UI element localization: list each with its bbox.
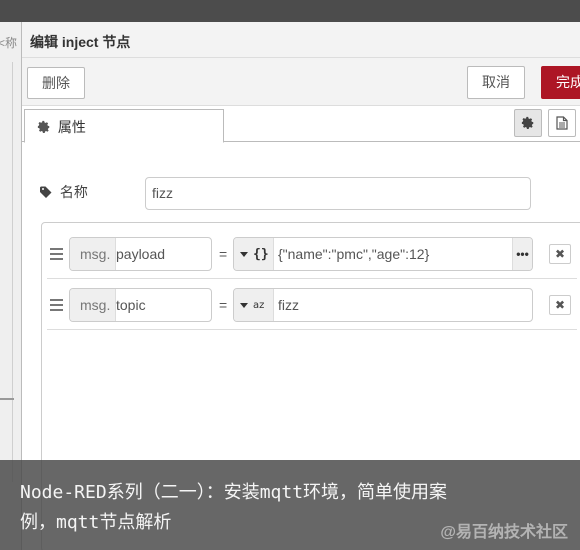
remove-property-button[interactable]: ✖: [549, 244, 571, 264]
tray-toolbar: 删除 取消 完成: [22, 58, 580, 106]
workspace-tab-fragment: <称: [0, 36, 18, 50]
tray-title: 编辑 inject 节点: [30, 34, 131, 50]
msg-prefix: msg.: [70, 289, 116, 321]
caret-down-icon: [240, 302, 248, 308]
property-value-field[interactable]: az fizz: [233, 288, 533, 322]
property-value-text: {"name":"pmc","age":12}: [278, 246, 430, 262]
property-name-value: topic: [116, 297, 146, 313]
gear-icon: [521, 116, 534, 129]
name-input[interactable]: fizz: [145, 177, 531, 210]
expand-editor-button[interactable]: •••: [512, 238, 532, 270]
property-value-text: fizz: [278, 297, 299, 313]
json-type-icon: {}: [253, 246, 269, 262]
property-name-field[interactable]: msg. topic: [69, 288, 212, 322]
property-name-field[interactable]: msg. payload: [69, 237, 212, 271]
tag-icon: [40, 186, 52, 198]
string-type-glyph: az: [253, 299, 265, 311]
string-type-icon: az: [253, 299, 265, 311]
gear-icon: [37, 120, 50, 133]
workspace-mark: [0, 398, 14, 400]
description-tab-button[interactable]: [548, 109, 576, 137]
app-window: <称 编辑 inject 节点 删除 取消 完成 属性 名称 fizz msg.…: [0, 0, 580, 550]
property-name-value: payload: [116, 246, 166, 262]
caption-overlay: Node-RED系列（二一）：安装mqtt环境，简单使用案例，mqtt节点解析 …: [0, 460, 580, 550]
name-label-text: 名称: [59, 184, 88, 200]
caret-down-icon: [240, 251, 248, 257]
value-type-selector[interactable]: az: [234, 289, 274, 321]
cancel-button[interactable]: 取消: [467, 66, 525, 99]
property-row: msg. topic = az fizz ✖: [47, 280, 577, 330]
settings-tab-button[interactable]: [514, 109, 542, 137]
tab-properties-label: 属性: [57, 119, 86, 135]
drag-handle-icon[interactable]: [50, 248, 63, 260]
value-type-selector[interactable]: {}: [234, 238, 274, 270]
done-button[interactable]: 完成: [541, 66, 580, 99]
name-label: 名称: [40, 182, 88, 202]
caption-text: Node-RED系列（二一）：安装mqtt环境，简单使用案例，mqtt节点解析: [20, 482, 448, 533]
delete-button[interactable]: 删除: [27, 67, 85, 99]
tray-header: 编辑 inject 节点: [22, 22, 580, 58]
remove-property-button[interactable]: ✖: [549, 295, 571, 315]
property-value-field[interactable]: {} {"name":"pmc","age":12} •••: [233, 237, 533, 271]
equals-sign: =: [219, 297, 228, 313]
drag-handle-icon[interactable]: [50, 299, 63, 311]
msg-prefix: msg.: [70, 238, 116, 270]
document-icon: [556, 116, 568, 130]
watermark-credit: @易百纳技术社区: [440, 524, 568, 541]
workspace-divider: [12, 62, 13, 482]
equals-sign: =: [219, 246, 228, 262]
top-bar: [0, 0, 580, 22]
tab-properties[interactable]: 属性: [24, 109, 224, 143]
property-row: msg. payload = {} {"name":"pmc","age":12…: [47, 229, 577, 279]
tabs-row: 属性: [22, 106, 580, 143]
